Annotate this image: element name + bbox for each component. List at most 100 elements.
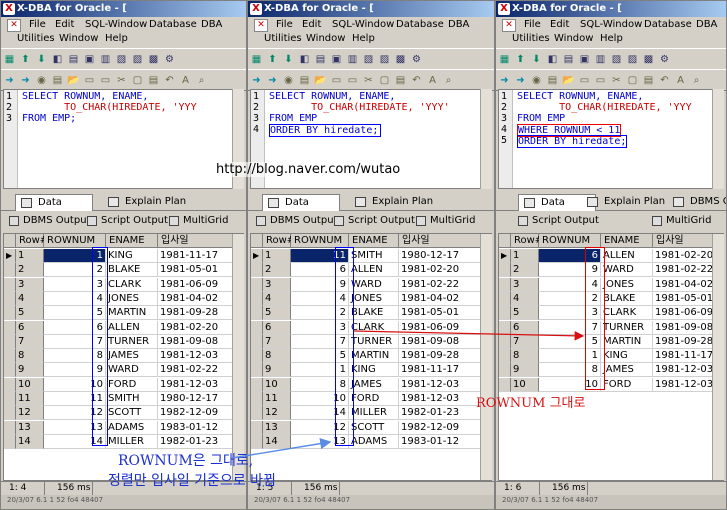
grid-cell[interactable]: 9 xyxy=(291,277,349,292)
menu-item-utilities[interactable]: Utilities xyxy=(264,33,302,44)
grid-cell[interactable]: 5 xyxy=(539,334,601,349)
grid-cell[interactable]: 2 xyxy=(291,306,349,321)
grid-cell[interactable]: 1981-12-03 xyxy=(399,377,481,392)
grid-cell[interactable]: 14 xyxy=(44,434,106,449)
table-row[interactable]: 10 10 FORD 1981-12-03 xyxy=(499,377,723,392)
tab-data[interactable]: Data xyxy=(15,194,93,211)
menu-item-sqlwindow[interactable]: SQL-Window xyxy=(580,19,642,30)
grid-cell[interactable]: 8 xyxy=(44,349,106,364)
menu-item-window[interactable]: Window xyxy=(554,33,593,44)
grid-cell[interactable]: BLAKE xyxy=(601,291,653,306)
edit-button-8[interactable]: ✂ xyxy=(362,74,375,87)
grid-cell[interactable]: SCOTT xyxy=(106,406,158,421)
grid-cell[interactable]: 1981-04-02 xyxy=(399,291,481,306)
grid-cell[interactable]: 1980-12-17 xyxy=(158,392,240,406)
grid-cell[interactable]: 6 xyxy=(539,249,601,263)
sql-window-icon[interactable]: ✕ xyxy=(7,19,21,32)
toolbar-button-10[interactable]: ▩ xyxy=(394,53,407,66)
table-row[interactable]: ▶ 1 6 ALLEN 1981-02-20 xyxy=(499,249,723,263)
menu-item-dba[interactable]: DBA xyxy=(201,19,222,30)
menu-item-edit[interactable]: Edit xyxy=(302,19,321,30)
edit-button-7[interactable]: ▭ xyxy=(594,74,607,87)
menu-item-database[interactable]: Database xyxy=(396,19,444,30)
table-row[interactable]: 9 9 WARD 1981-02-22 xyxy=(4,363,243,378)
grid-cell[interactable]: JAMES xyxy=(601,363,653,378)
table-row[interactable]: 13 12 SCOTT 1982-12-09 xyxy=(251,420,491,435)
grid-cell[interactable]: 12 xyxy=(44,406,106,421)
grid-cell[interactable]: MARTIN xyxy=(601,334,653,349)
menu-item-utilities[interactable]: Utilities xyxy=(17,33,55,44)
edit-button-7[interactable]: ▭ xyxy=(99,74,112,87)
table-row[interactable]: 9 8 JAMES 1981-12-03 xyxy=(499,363,723,378)
menu-item-help[interactable]: Help xyxy=(600,33,623,44)
grid-cell[interactable]: 4 xyxy=(44,291,106,306)
grid-cell[interactable]: 14 xyxy=(291,406,349,421)
grid-cell[interactable]: WARD xyxy=(349,277,399,292)
edit-button-3[interactable]: ◉ xyxy=(282,74,295,87)
subtab-dbms-output[interactable]: DBMS Output xyxy=(9,214,90,228)
edit-button-2[interactable]: ➜ xyxy=(514,74,527,87)
subtab-multigrid[interactable]: MultiGrid xyxy=(169,214,228,228)
subtab-script-output[interactable]: Script Output xyxy=(334,214,415,228)
grid-cell[interactable]: ALLEN xyxy=(349,263,399,278)
edit-button-8[interactable]: ✂ xyxy=(115,74,128,87)
grid-cell[interactable]: WARD xyxy=(106,363,158,378)
grid-cell[interactable]: 2 xyxy=(539,291,601,306)
grid-cell[interactable]: 11 xyxy=(291,249,349,263)
table-row[interactable]: ▶ 1 11 SMITH 1980-12-17 xyxy=(251,249,491,263)
table-row[interactable]: 4 4 JONES 1981-04-02 xyxy=(4,291,243,306)
toolbar-button-4[interactable]: ◧ xyxy=(298,53,311,66)
result-grid[interactable]: Row# ROWNUM ENAME 입사일 ▶ 1 1 KING 1981-11-17 2 2 BLA… xyxy=(3,233,244,481)
grid-cell[interactable]: TURNER xyxy=(349,334,399,349)
table-row[interactable]: 10 8 JAMES 1981-12-03 xyxy=(251,377,491,392)
menu-item-help[interactable]: Help xyxy=(352,33,375,44)
sql-editor[interactable]: 1 2 3 SELECT ROWNUM, ENAME, TO_CHAR(HIREDAT… xyxy=(3,89,244,189)
table-row[interactable]: 2 6 ALLEN 1981-02-20 xyxy=(251,263,491,278)
grid-cell[interactable]: JAMES xyxy=(349,377,399,392)
table-row[interactable]: 5 2 BLAKE 1981-05-01 xyxy=(251,306,491,321)
grid-cell[interactable]: ALLEN xyxy=(106,320,158,335)
grid-cell[interactable]: 4 xyxy=(291,291,349,306)
table-row[interactable]: 11 11 SMITH 1980-12-17 xyxy=(4,392,243,406)
grid-cell[interactable]: 6 xyxy=(291,263,349,278)
toolbar-button-5[interactable]: ▤ xyxy=(67,53,80,66)
toolbar-button-8[interactable]: ▧ xyxy=(115,53,128,66)
edit-button-4[interactable]: ▤ xyxy=(298,74,311,87)
grid-cell[interactable]: 9 xyxy=(539,263,601,278)
edit-button-2[interactable]: ➜ xyxy=(266,74,279,87)
grid-cell[interactable]: 1981-02-22 xyxy=(158,363,240,378)
menu-item-database[interactable]: Database xyxy=(644,19,692,30)
grid-cell[interactable]: 3 xyxy=(539,306,601,321)
table-row[interactable]: 14 14 MILLER 1982-01-23 xyxy=(4,434,243,449)
grid-cell[interactable]: SMITH xyxy=(349,249,399,263)
edit-button-5[interactable]: 📂 xyxy=(314,74,327,87)
table-row[interactable]: 8 8 JAMES 1981-12-03 xyxy=(4,349,243,364)
toolbar-button-2[interactable]: ⬆ xyxy=(266,53,279,66)
grid-cell[interactable]: 12 xyxy=(291,420,349,435)
menu-item-help[interactable]: Help xyxy=(105,33,128,44)
grid-cell[interactable]: 13 xyxy=(291,434,349,449)
grid-cell[interactable]: 1981-04-02 xyxy=(158,291,240,306)
grid-cell[interactable]: 2 xyxy=(44,263,106,278)
menu-item-file[interactable]: File xyxy=(524,19,541,30)
table-row[interactable]: 3 9 WARD 1981-02-22 xyxy=(251,277,491,292)
toolbar-button-7[interactable]: ▥ xyxy=(346,53,359,66)
table-row[interactable]: 3 4 JONES 1981-04-02 xyxy=(499,277,723,292)
toolbar-button-9[interactable]: ▨ xyxy=(131,53,144,66)
grid-header-3[interactable]: ENAME xyxy=(349,234,399,248)
grid-cell[interactable]: 1981-02-20 xyxy=(158,320,240,335)
grid-header-1[interactable]: Row# xyxy=(16,234,48,248)
grid-cell[interactable]: KING xyxy=(106,249,158,263)
tab-explain-plan[interactable]: Explain Plan xyxy=(103,194,203,211)
subtab-script-output[interactable]: Script Output xyxy=(518,214,599,228)
subtab-multigrid[interactable]: MultiGrid xyxy=(652,214,711,228)
grid-cell[interactable]: 4 xyxy=(539,277,601,292)
edit-button-12[interactable]: A xyxy=(179,74,192,87)
toolbar-button-7[interactable]: ▥ xyxy=(594,53,607,66)
table-row[interactable]: ▶ 1 1 KING 1981-11-17 xyxy=(4,249,243,263)
grid-cell[interactable]: MILLER xyxy=(106,434,158,449)
menu-item-sqlwindow[interactable]: SQL-Window xyxy=(85,19,147,30)
edit-button-11[interactable]: ↶ xyxy=(410,74,423,87)
grid-header-3[interactable]: ENAME xyxy=(601,234,653,248)
table-row[interactable]: 11 10 FORD 1981-12-03 xyxy=(251,392,491,406)
